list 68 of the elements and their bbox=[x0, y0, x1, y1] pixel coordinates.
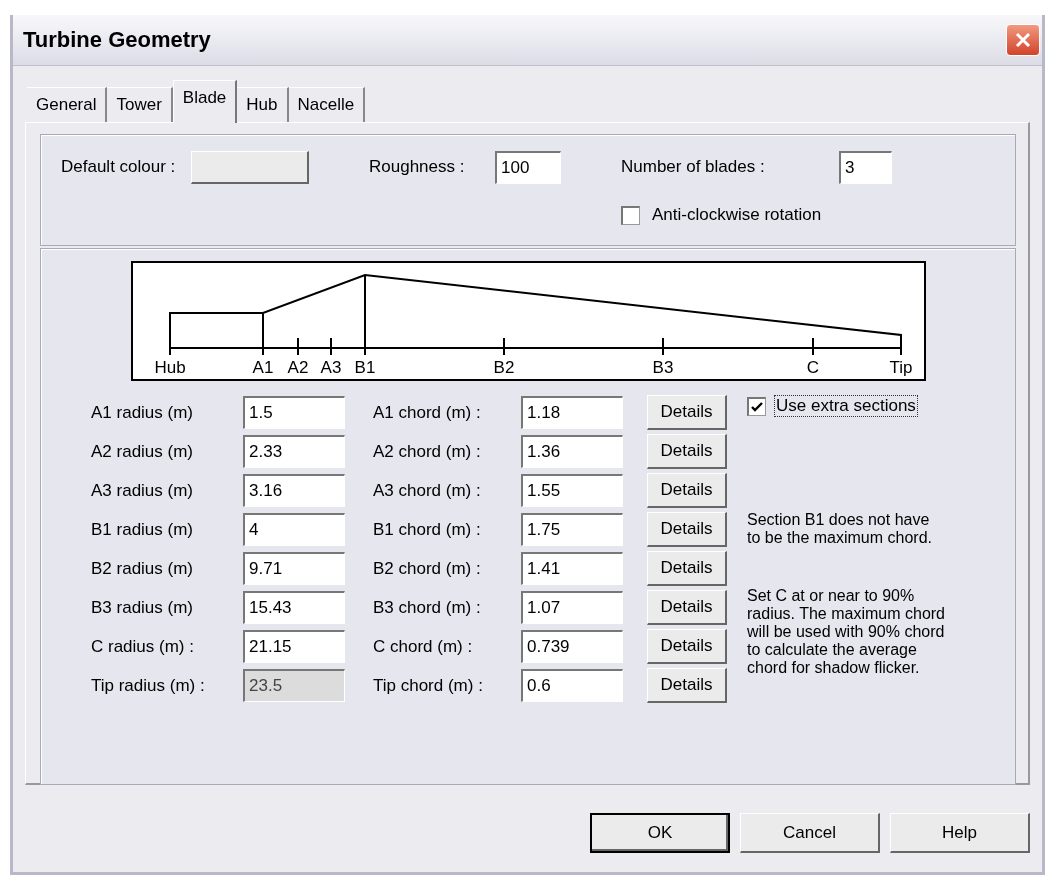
section-label: B3 bbox=[652, 358, 673, 377]
radius-label: A2 radius (m) bbox=[91, 441, 195, 462]
section-label: B2 bbox=[493, 358, 514, 377]
roughness-label: Roughness : bbox=[369, 157, 466, 177]
chord-field[interactable]: 1.75 bbox=[521, 513, 623, 546]
details-button[interactable]: Details bbox=[647, 590, 727, 625]
details-button[interactable]: Details bbox=[647, 512, 727, 547]
chord-label: B1 chord (m) : bbox=[373, 519, 482, 540]
radius-field[interactable]: 15.43 bbox=[243, 591, 345, 624]
details-button[interactable]: Details bbox=[647, 434, 727, 469]
blades-label: Number of blades : bbox=[621, 157, 766, 177]
details-button[interactable]: Details bbox=[647, 473, 727, 508]
chord-label: B3 chord (m) : bbox=[373, 597, 482, 618]
chord-label: C chord (m) : bbox=[373, 636, 474, 657]
radius-field[interactable]: 4 bbox=[243, 513, 345, 546]
chord-label: B2 chord (m) : bbox=[373, 558, 482, 579]
radius-field[interactable]: 9.71 bbox=[243, 552, 345, 585]
details-button[interactable]: Details bbox=[647, 551, 727, 586]
check-icon bbox=[750, 399, 764, 414]
dialog-button[interactable]: Help bbox=[890, 813, 1030, 853]
chord-field[interactable]: 1.07 bbox=[521, 591, 623, 624]
radius-field[interactable]: 1.5 bbox=[243, 396, 345, 429]
section-label: B1 bbox=[354, 358, 375, 377]
checkbox-label[interactable]: Anti-clockwise rotation bbox=[652, 205, 822, 225]
blades-field[interactable]: 3 bbox=[839, 150, 892, 184]
section-label: A1 bbox=[252, 358, 273, 377]
chord-label: A1 chord (m) : bbox=[373, 402, 482, 423]
window-title: Turbine Geometry bbox=[23, 27, 211, 53]
default-colour-label: Default colour : bbox=[60, 157, 177, 177]
tab[interactable]: Hub bbox=[237, 87, 289, 122]
section-label: C bbox=[806, 358, 819, 377]
radius-field[interactable]: 3.16 bbox=[243, 474, 345, 507]
section-label: Tip bbox=[889, 358, 912, 377]
tab[interactable]: General bbox=[27, 87, 108, 122]
tab[interactable]: Blade bbox=[172, 80, 238, 123]
chord-field[interactable]: 1.36 bbox=[521, 435, 623, 468]
chord-field[interactable]: 1.18 bbox=[521, 396, 623, 429]
roughness-field[interactable]: 100 bbox=[495, 150, 561, 184]
chord-field[interactable]: 1.55 bbox=[521, 474, 623, 507]
checkbox[interactable] bbox=[747, 396, 766, 416]
close-icon[interactable] bbox=[1006, 24, 1040, 56]
chord-label: A3 chord (m) : bbox=[373, 480, 482, 501]
section-label: A3 bbox=[320, 358, 341, 377]
dialog-button[interactable]: Cancel bbox=[740, 813, 880, 853]
radius-label: C radius (m) : bbox=[91, 636, 195, 657]
radius-label: B2 radius (m) bbox=[91, 558, 195, 579]
tab[interactable]: Nacelle bbox=[288, 87, 366, 122]
section-label: Hub bbox=[153, 358, 186, 377]
note-text: Section B1 does not have to be the maximum chord. bbox=[747, 511, 933, 547]
section-label: A2 bbox=[287, 358, 308, 377]
details-button[interactable]: Details bbox=[647, 629, 727, 664]
colour-button[interactable] bbox=[191, 150, 309, 184]
radius-label: B3 radius (m) bbox=[91, 597, 195, 618]
radius-label: B1 radius (m) bbox=[91, 519, 195, 540]
radius-label: A1 radius (m) bbox=[91, 402, 195, 423]
checkbox-label[interactable]: Use extra sections bbox=[774, 395, 918, 417]
chord-label: Tip chord (m) : bbox=[373, 675, 484, 696]
radius-label: A3 radius (m) bbox=[91, 480, 195, 501]
details-button[interactable]: Details bbox=[647, 395, 727, 430]
radius-field[interactable]: 21.15 bbox=[243, 630, 345, 663]
dialog-button[interactable]: OK bbox=[590, 813, 730, 853]
radius-field[interactable]: 2.33 bbox=[243, 435, 345, 468]
radius-label: Tip radius (m) : bbox=[91, 675, 206, 696]
checkbox[interactable] bbox=[621, 205, 640, 225]
chord-field[interactable]: 1.41 bbox=[521, 552, 623, 585]
chord-field[interactable]: 0.739 bbox=[521, 630, 623, 663]
note-text: Set C at or near to 90% radius. The maximum chord will be used with 90% chord to calculate the average chord for shadow flicker. bbox=[747, 587, 946, 677]
chord-label: A2 chord (m) : bbox=[373, 441, 482, 462]
